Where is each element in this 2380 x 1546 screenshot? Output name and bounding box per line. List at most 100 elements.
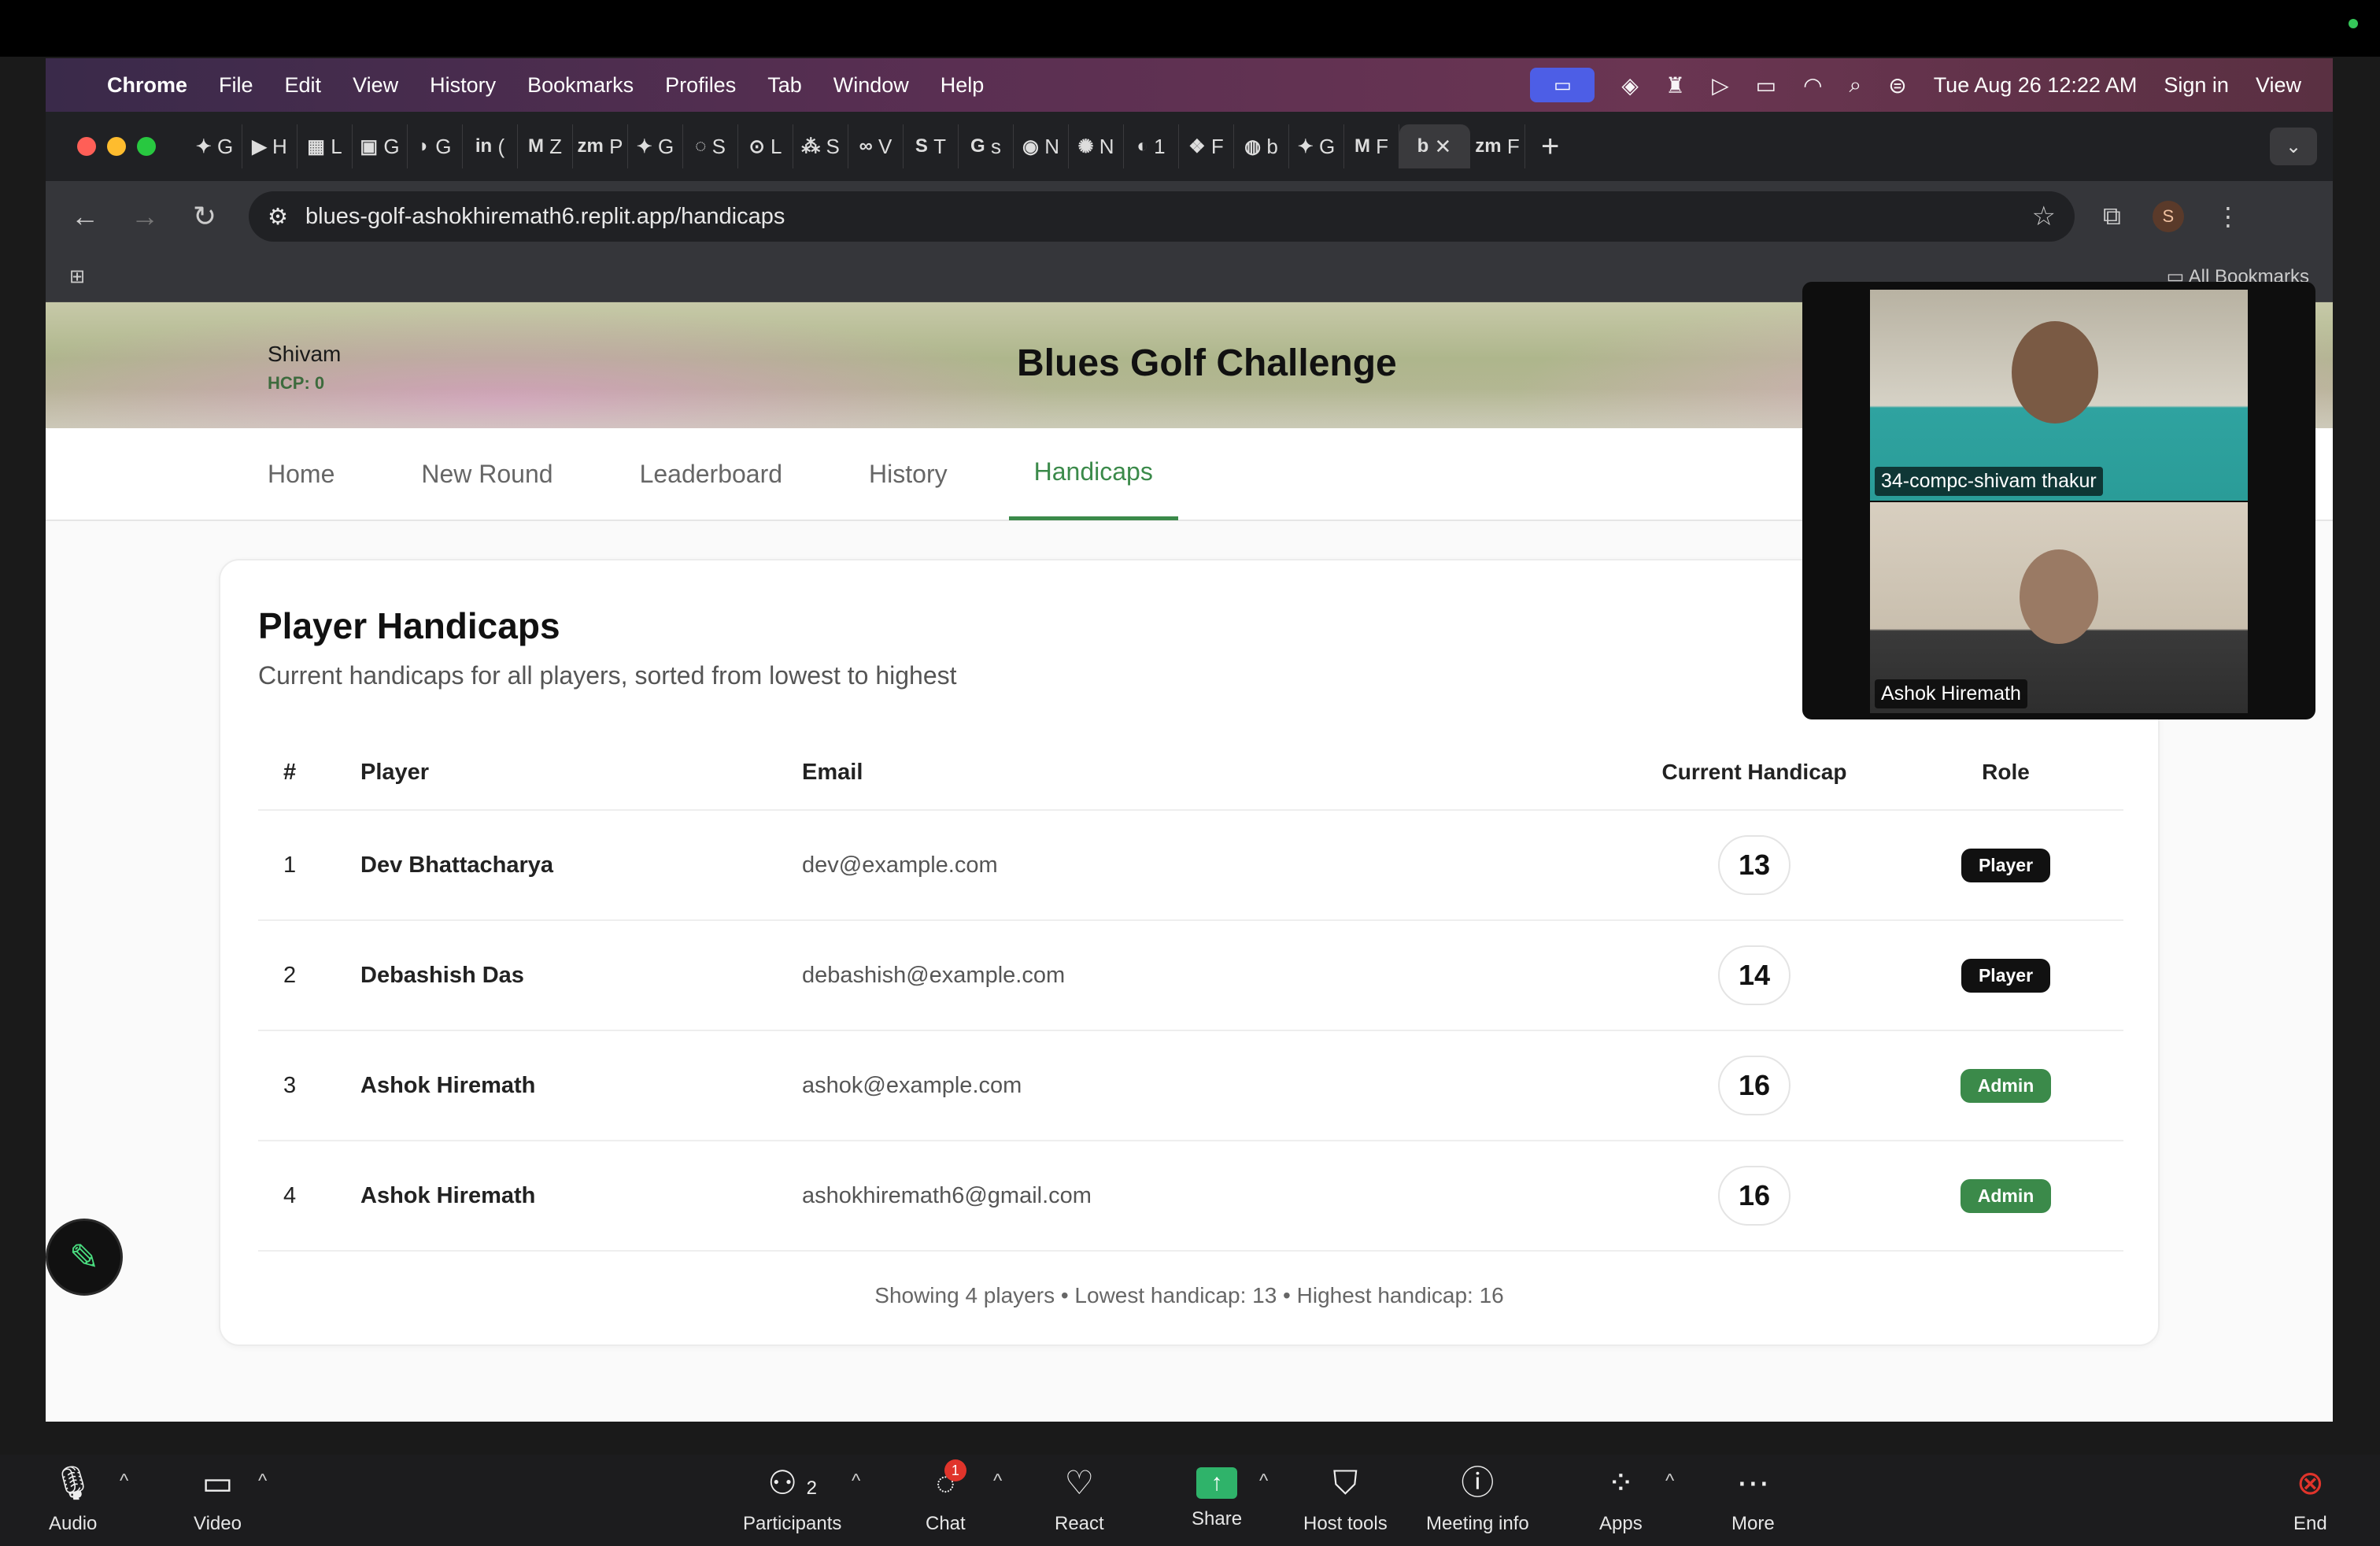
annotate-button[interactable]: ✎ [46, 1219, 123, 1296]
wifi-icon[interactable]: ◠ [1803, 72, 1822, 98]
profile-avatar[interactable]: S [2152, 201, 2184, 232]
signin-label[interactable]: Sign in [2164, 73, 2229, 98]
browser-tab[interactable]: ✺ N [1069, 124, 1124, 168]
tab-title: G [658, 134, 674, 158]
host-tools-button[interactable]: ⛉ Host tools [1303, 1463, 1388, 1535]
row-player-name: Ashok Hiremath [360, 1182, 536, 1208]
card-title: Player Handicaps [258, 605, 560, 646]
browser-tab[interactable]: zm F [1470, 124, 1525, 168]
tab-title: b [1266, 134, 1278, 158]
menu-profiles[interactable]: Profiles [665, 73, 736, 98]
chat-chevron-icon[interactable]: ^ [993, 1470, 1002, 1492]
back-icon[interactable]: ← [69, 200, 101, 233]
extensions-icon[interactable]: ⧉ [2103, 202, 2121, 231]
screen-share-icon[interactable]: ▭ [1530, 68, 1595, 102]
video-options-chevron-icon[interactable]: ^ [258, 1470, 267, 1492]
browser-tab[interactable]: ❖ F [1179, 124, 1234, 168]
control-center-icon[interactable]: ⊜ [1888, 72, 1906, 98]
apps-chevron-icon[interactable]: ^ [1665, 1470, 1674, 1492]
end-button[interactable]: ⊗ End [2293, 1463, 2327, 1535]
audio-button[interactable]: 🎙 Audio [49, 1463, 97, 1535]
close-window-icon[interactable] [77, 137, 96, 156]
browser-tab[interactable]: ✦ G [187, 124, 242, 168]
bookmark-star-icon[interactable]: ☆ [2032, 201, 2056, 232]
zoom-video-panel[interactable]: 34-compc-shivam thakur Ashok Hiremath [1802, 282, 2315, 719]
browser-tab[interactable]: ▦ L [298, 124, 353, 168]
browser-tab[interactable]: ✦ G [628, 124, 683, 168]
menu-window[interactable]: Window [833, 73, 909, 98]
browser-tab[interactable]: ✦ G [1289, 124, 1344, 168]
play-icon[interactable]: ▷ [1712, 72, 1729, 98]
participant-name: 34-compc-shivam thakur [1875, 467, 2103, 496]
menu-file[interactable]: File [219, 73, 253, 98]
video-tile-shivam[interactable]: 34-compc-shivam thakur [1870, 290, 2248, 501]
tab-favicon-icon: ✦ [636, 135, 652, 157]
browser-tab[interactable]: S T [904, 124, 959, 168]
browser-tab[interactable]: M F [1344, 124, 1399, 168]
nav-history[interactable]: History [844, 427, 973, 520]
extension-status-icon[interactable]: ♜ [1665, 72, 1685, 98]
nav-leaderboard[interactable]: Leaderboard [615, 427, 808, 520]
browser-tab[interactable]: ◉ N [1014, 124, 1069, 168]
menu-edit[interactable]: Edit [285, 73, 322, 98]
menu-history[interactable]: History [430, 73, 496, 98]
share-chevron-icon[interactable]: ^ [1259, 1470, 1268, 1492]
menu-help[interactable]: Help [941, 73, 985, 98]
video-tile-ashok[interactable]: Ashok Hiremath [1870, 502, 2248, 713]
view-label[interactable]: View [2256, 73, 2301, 98]
role-badge: Player [1961, 848, 2051, 882]
browser-tab[interactable]: ◌ S [683, 124, 738, 168]
browser-tab[interactable]: ▶ H [242, 124, 298, 168]
nav-handicaps[interactable]: Handicaps [1008, 427, 1178, 520]
menubar-clock[interactable]: Tue Aug 26 12:22 AM [1934, 73, 2138, 98]
meeting-info-button[interactable]: ⓘ Meeting info [1426, 1463, 1529, 1535]
browser-tab[interactable]: G s [959, 124, 1014, 168]
menu-view[interactable]: View [353, 73, 398, 98]
chat-button[interactable]: ◌ 1 Chat [926, 1459, 966, 1535]
participants-button[interactable]: ⚇ 2 Participants [743, 1463, 841, 1535]
tab-search-icon[interactable]: ⌄ [2270, 128, 2317, 165]
apps-grid-icon[interactable]: ⊞ [69, 265, 85, 288]
react-button[interactable]: ♡ React [1055, 1463, 1104, 1535]
minimize-window-icon[interactable] [107, 137, 126, 156]
more-button[interactable]: ⋯ More [1731, 1463, 1775, 1535]
shield-icon: ⛉ [1332, 1464, 1358, 1501]
browser-tab[interactable]: in ( [463, 124, 518, 168]
reload-icon[interactable]: ↻ [189, 200, 220, 233]
menu-tab[interactable]: Tab [767, 73, 802, 98]
layers-icon[interactable]: ◈ [1621, 72, 1639, 98]
browser-tab[interactable]: zm P [573, 124, 628, 168]
nav-new-round[interactable]: New Round [396, 427, 578, 520]
audio-options-chevron-icon[interactable]: ^ [120, 1470, 128, 1492]
video-button[interactable]: ▭ Video [194, 1463, 242, 1535]
row-player-name: Debashish Das [360, 962, 524, 988]
browser-tab[interactable]: ▣ G [353, 124, 408, 168]
battery-icon[interactable]: ▭ [1756, 72, 1776, 98]
search-icon[interactable]: ⌕ [1850, 72, 1862, 98]
participants-chevron-icon[interactable]: ^ [852, 1470, 860, 1492]
zoom-window-icon[interactable] [137, 137, 156, 156]
address-text: blues-golf-ashokhiremath6.replit.app/han… [305, 203, 785, 229]
browser-tab[interactable]: M Z [518, 124, 573, 168]
tab-favicon-icon: G [970, 135, 985, 157]
role-badge: Admin [1960, 1178, 2052, 1213]
menu-app[interactable]: Chrome [107, 73, 187, 98]
browser-tab[interactable]: ◍ b [1234, 124, 1289, 168]
browser-tab[interactable]: ⁂ S [793, 124, 848, 168]
browser-tab[interactable]: ∞ V [848, 124, 904, 168]
forward-icon[interactable]: → [129, 200, 161, 233]
browser-tab[interactable]: ◐ 1 [1124, 124, 1179, 168]
apps-button[interactable]: ⁘ Apps [1599, 1463, 1643, 1535]
address-bar[interactable]: ⚙ blues-golf-ashokhiremath6.replit.app/h… [249, 191, 2075, 242]
nav-home[interactable]: Home [242, 427, 360, 520]
browser-tab[interactable]: b ✕ [1399, 124, 1470, 168]
menu-bookmarks[interactable]: Bookmarks [527, 73, 634, 98]
browser-tab[interactable]: ⊙ L [738, 124, 793, 168]
share-button[interactable]: ↑ Share [1192, 1463, 1242, 1530]
browser-tab[interactable]: ◗ G [408, 124, 463, 168]
site-info-icon[interactable]: ⚙ [268, 203, 288, 231]
chrome-menu-icon[interactable]: ⋮ [2216, 202, 2241, 231]
col-role: Role [1982, 760, 2030, 784]
col-handicap: Current Handicap [1661, 760, 1847, 784]
new-tab-icon[interactable]: + [1541, 129, 1559, 165]
